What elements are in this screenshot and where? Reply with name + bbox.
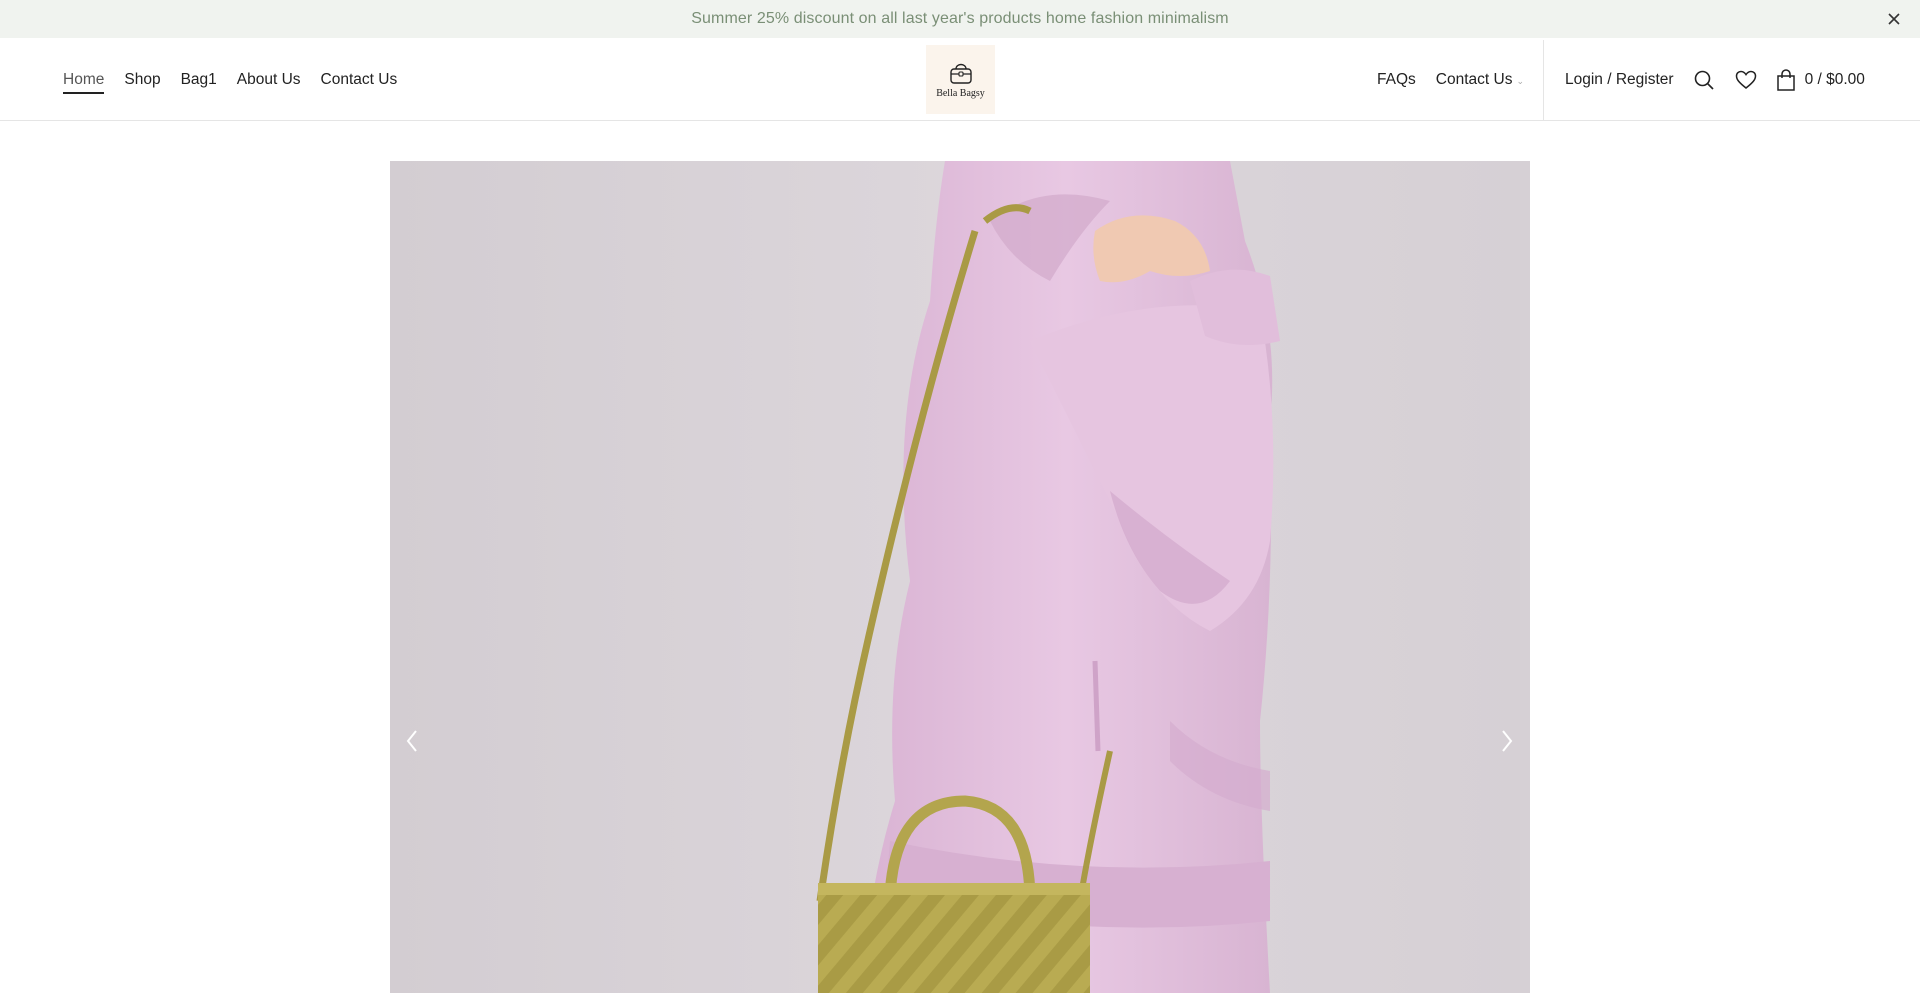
announcement-text: Summer 25% discount on all last year's p…: [691, 10, 1229, 27]
announcement-bar: Summer 25% discount on all last year's p…: [0, 0, 1920, 38]
login-register-link[interactable]: Login / Register: [1565, 71, 1674, 89]
site-header: Home Shop Bag1 About Us Contact Us Bella…: [0, 38, 1920, 121]
shopping-bag-icon: [1776, 68, 1795, 91]
search-icon[interactable]: [1692, 68, 1716, 92]
cart-summary: 0 / $0.00: [1804, 70, 1865, 88]
chevron-down-icon: ⌄: [1516, 75, 1524, 86]
hero-image: [390, 161, 1530, 993]
nav-contact-us-dropdown[interactable]: Contact Us ⌄: [1436, 65, 1524, 95]
chevron-left-icon[interactable]: [396, 717, 428, 765]
header-divider: [1543, 40, 1544, 120]
heart-icon[interactable]: [1734, 68, 1758, 92]
chevron-right-icon[interactable]: [1491, 717, 1523, 765]
nav-contact-us-label: Contact Us: [1435, 70, 1513, 88]
site-logo[interactable]: Bella Bagsy: [926, 45, 995, 114]
nav-bag1[interactable]: Bag1: [181, 65, 217, 95]
handbag-icon: [949, 63, 972, 84]
nav-about-us[interactable]: About Us: [237, 65, 301, 95]
close-icon[interactable]: [1884, 9, 1904, 29]
logo-text: Bella Bagsy: [936, 88, 985, 99]
nav-faqs[interactable]: FAQs: [1377, 65, 1416, 95]
account-tools: Login / Register 0 / $0.00: [1565, 38, 1865, 121]
hero-slider: [390, 161, 1530, 993]
nav-contact-us[interactable]: Contact Us: [321, 65, 398, 95]
secondary-nav: FAQs Contact Us ⌄: [1357, 38, 1524, 121]
nav-home[interactable]: Home: [63, 65, 105, 95]
main-nav: Home Shop Bag1 About Us Contact Us: [63, 38, 417, 121]
nav-shop[interactable]: Shop: [124, 65, 160, 95]
cart-button[interactable]: 0 / $0.00: [1776, 68, 1865, 91]
